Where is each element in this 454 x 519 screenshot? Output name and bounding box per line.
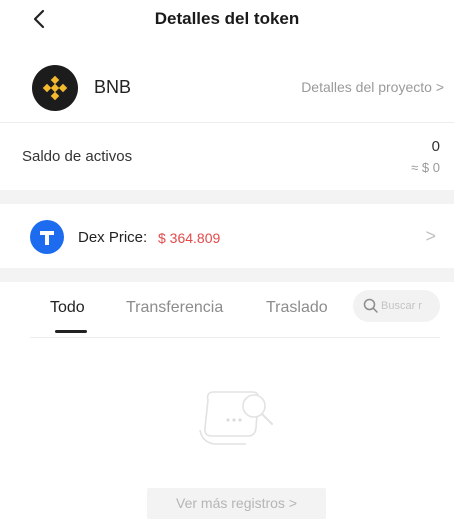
section-gap xyxy=(0,190,454,204)
balance-fiat-value: ≈ $ 0 xyxy=(411,160,440,175)
search-icon xyxy=(363,298,379,314)
bnb-logo-icon xyxy=(32,65,78,111)
token-symbol: BNB xyxy=(94,77,132,97)
balance-amount: 0 xyxy=(431,138,440,155)
search-input[interactable] xyxy=(381,296,437,316)
chevron-right-icon: > xyxy=(425,226,436,246)
view-more-records-button[interactable]: Ver más registros > xyxy=(147,488,326,519)
project-details-link[interactable]: Detalles del proyecto > xyxy=(301,79,444,95)
dex-price-value: $ 364.809 xyxy=(158,230,221,246)
divider xyxy=(0,122,454,123)
dex-price-label: Dex Price: xyxy=(78,229,148,246)
active-tab-indicator xyxy=(55,330,87,333)
section-gap xyxy=(0,268,454,282)
tab-transferencia[interactable]: Transferencia xyxy=(126,299,223,317)
balance-label: Saldo de activos xyxy=(22,148,133,165)
dex-price-row[interactable] xyxy=(0,208,454,268)
divider xyxy=(30,337,440,338)
tab-todo[interactable]: Todo xyxy=(50,299,85,317)
tab-traslado[interactable]: Traslado xyxy=(266,299,328,317)
page-title: Detalles del token xyxy=(154,9,300,28)
dex-logo-icon xyxy=(30,220,64,254)
empty-records-icon xyxy=(190,380,286,452)
